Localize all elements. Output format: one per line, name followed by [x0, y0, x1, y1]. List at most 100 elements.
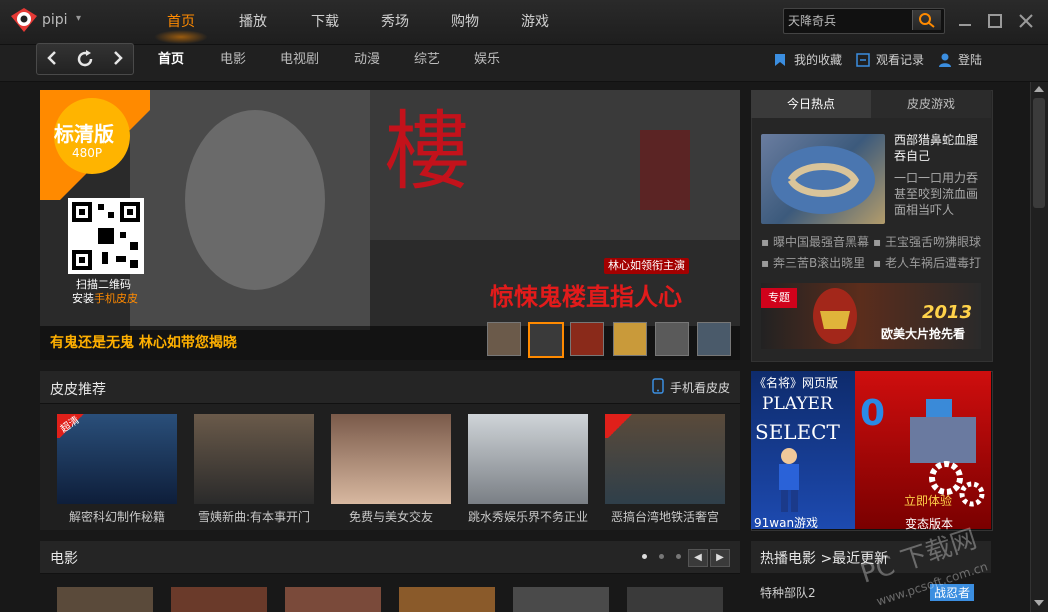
carousel-dot[interactable]: [676, 554, 681, 559]
login-link[interactable]: 登陆: [958, 52, 982, 68]
banner-thumb-3[interactable]: [570, 322, 604, 356]
hd-ribbon: [605, 414, 635, 438]
special-topic-badge: 专题: [761, 288, 797, 308]
brand-menu-chevron-down-icon[interactable]: ▾: [76, 13, 81, 24]
game-character-icon: [779, 448, 799, 512]
top-tab-show[interactable]: 秀场: [368, 0, 422, 44]
badge-subtitle: 480P: [72, 146, 103, 160]
sub-tab-tv-series[interactable]: 电视剧: [280, 45, 319, 75]
history-icon: [856, 53, 870, 67]
my-favorites-link[interactable]: 我的收藏: [794, 52, 842, 68]
carousel-dot-active[interactable]: [642, 554, 647, 559]
banner-tagline-small: 林心如领衔主演: [604, 258, 689, 274]
qr-caption-prefix: 安装: [72, 292, 94, 305]
game-select-line2: SELECT: [755, 420, 840, 444]
hot-link-text[interactable]: 奔三苦B滚出晓里: [773, 256, 865, 270]
recommend-tile-2[interactable]: [194, 414, 314, 504]
qr-caption-highlight: 手机皮皮: [94, 292, 138, 305]
recommend-caption-4[interactable]: 跳水秀娱乐界不务正业: [464, 508, 592, 525]
tab-today-hot[interactable]: 今日热点: [751, 90, 871, 118]
hot-link-text[interactable]: 王宝强舌吻狒眼球: [885, 235, 981, 249]
carousel-next-button[interactable]: ▶: [710, 549, 730, 567]
pipi-logo-icon[interactable]: [8, 6, 40, 34]
search-button[interactable]: [912, 10, 941, 30]
recommend-caption-5[interactable]: 恶搞台湾地铁活奢宫: [601, 508, 729, 525]
maximize-icon[interactable]: [986, 12, 1004, 30]
banner-thumb-5[interactable]: [655, 322, 689, 356]
banner-big-character: 樓: [384, 102, 470, 202]
hot-feature-description: 一口一口用力吞甚至咬到流血画面相当吓人: [894, 171, 979, 217]
banner-caption[interactable]: 有鬼还是无鬼 林心如带您揭晓: [50, 332, 237, 352]
mobile-phone-icon: [652, 378, 664, 394]
section-title-movies: 电影: [50, 551, 78, 567]
movie-tile[interactable]: [171, 587, 267, 612]
hot-link-text[interactable]: 老人车祸后遭毒打: [885, 256, 981, 270]
pipi-recommend-header: [40, 371, 740, 404]
promo-year: 2013: [922, 302, 973, 323]
hot-feature-title[interactable]: 西部猎鼻蛇血腥吞自己: [894, 132, 986, 164]
minimize-icon[interactable]: [956, 12, 974, 30]
forward-arrow-icon[interactable]: [110, 50, 126, 66]
banner-tagline: 惊悚鬼楼直指人心: [490, 283, 682, 311]
sub-tab-variety[interactable]: 综艺: [414, 45, 440, 75]
try-now-button[interactable]: 立即体验: [904, 492, 952, 509]
top-tab-shopping[interactable]: 购物: [438, 0, 492, 44]
hot-link[interactable]: ▪ 曝中国最强音黑幕: [761, 233, 869, 251]
top-tab-play[interactable]: 播放: [226, 0, 280, 44]
tab-pipi-games[interactable]: 皮皮游戏: [871, 90, 991, 118]
movie-tile[interactable]: [627, 587, 723, 612]
movie-section-header: [40, 541, 740, 574]
watch-on-mobile-link[interactable]: 手机看皮皮: [670, 379, 730, 396]
recommend-tile-4[interactable]: [468, 414, 588, 504]
recommend-tile-3[interactable]: [331, 414, 451, 504]
snake-plate-illustration: [771, 146, 875, 214]
close-icon[interactable]: [1017, 12, 1035, 30]
banner-thumb-1[interactable]: [487, 322, 521, 356]
top-tab-home[interactable]: 首页: [154, 0, 208, 44]
back-arrow-icon[interactable]: [44, 50, 60, 66]
sub-tab-movies[interactable]: 电影: [220, 45, 246, 75]
top-tab-download[interactable]: 下载: [298, 0, 352, 44]
badge-title: 标清版: [54, 122, 114, 146]
sub-tab-entertainment[interactable]: 娱乐: [474, 45, 500, 75]
movie-tile[interactable]: [513, 587, 609, 612]
banner-thumb-2[interactable]: [528, 322, 564, 358]
game-site-label: 91wan游戏: [754, 516, 819, 530]
hot-movie-item-1[interactable]: 特种部队2: [760, 584, 816, 601]
movie-tile[interactable]: [57, 587, 153, 612]
user-icon: [939, 53, 951, 67]
recommend-caption-2[interactable]: 雪姨新曲:有本事开门: [190, 508, 318, 525]
scrollbar-thumb[interactable]: [1033, 98, 1045, 208]
search-input[interactable]: 天降奇兵: [788, 12, 836, 29]
carousel-dot[interactable]: [659, 554, 664, 559]
banner-thumb-6[interactable]: [697, 322, 731, 356]
sub-tab-home[interactable]: 首页: [158, 45, 184, 75]
scroll-down-arrow-icon[interactable]: [1033, 598, 1045, 608]
iron-man-icon: [813, 288, 857, 344]
banner-thumb-4[interactable]: [613, 322, 647, 356]
watch-history-link[interactable]: 观看记录: [876, 52, 924, 68]
search-icon: [919, 13, 935, 28]
top-tab-games[interactable]: 游戏: [508, 0, 562, 44]
carousel-prev-button[interactable]: ◀: [688, 549, 708, 567]
hot-link[interactable]: ▪ 奔三苦B滚出晓里: [761, 254, 865, 272]
game-select-line1: PLAYER: [762, 394, 833, 414]
scroll-up-arrow-icon[interactable]: [1033, 84, 1045, 94]
qr-code-icon: [72, 202, 140, 270]
hot-link[interactable]: ▪ 王宝强舌吻狒眼球: [873, 233, 981, 251]
promo-text: 欧美大片抢先看: [881, 327, 966, 341]
recommend-caption-1[interactable]: 解密科幻制作秘籍: [53, 508, 181, 525]
hot-link[interactable]: ▪ 老人车祸后遭毒打: [873, 254, 981, 272]
hot-link-text[interactable]: 曝中国最强音黑幕: [773, 235, 869, 249]
game-ad-title: 《名将》网页版: [754, 376, 839, 390]
game-score: 0: [860, 393, 886, 434]
recommend-caption-3[interactable]: 免费与美女交友: [327, 508, 455, 525]
brand-name[interactable]: pipi: [42, 12, 68, 28]
sub-tab-anime[interactable]: 动漫: [354, 45, 380, 75]
bookmark-icon: [775, 54, 785, 66]
hot-feature-image[interactable]: [761, 134, 885, 224]
refresh-icon[interactable]: [75, 49, 95, 69]
movie-tile[interactable]: [285, 587, 381, 612]
movie-tile[interactable]: [399, 587, 495, 612]
qr-caption-line2: 安装手机皮皮: [72, 290, 138, 306]
